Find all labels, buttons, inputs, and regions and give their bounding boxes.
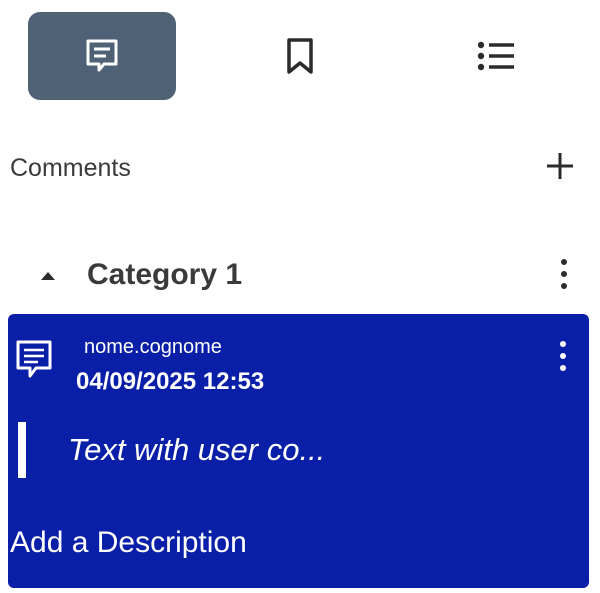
comment-card[interactable]: nome.cognome 04/09/2025 12:53 Text with … bbox=[8, 314, 589, 588]
kebab-menu-icon bbox=[560, 258, 568, 295]
comments-header: Comments bbox=[10, 150, 590, 190]
comment-icon bbox=[14, 338, 54, 382]
tab-outline[interactable] bbox=[422, 12, 570, 100]
kebab-menu-icon bbox=[559, 340, 567, 377]
quote-bar bbox=[18, 422, 26, 478]
tab-comments[interactable] bbox=[28, 12, 176, 100]
comment-text: Text with user co... bbox=[68, 432, 326, 467]
comment-author: nome.cognome bbox=[84, 336, 222, 358]
list-icon bbox=[474, 36, 518, 76]
comment-menu-button[interactable] bbox=[551, 340, 575, 376]
category-title: Category 1 bbox=[87, 258, 243, 291]
tab-bar bbox=[28, 12, 558, 100]
category-header: Category 1 bbox=[10, 254, 590, 302]
add-description-field[interactable]: Add a Description bbox=[10, 526, 247, 560]
caret-up-icon[interactable] bbox=[36, 264, 60, 288]
comment-timestamp: 04/09/2025 12:53 bbox=[76, 368, 265, 395]
comment-icon bbox=[82, 36, 122, 76]
category-menu-button[interactable] bbox=[552, 258, 576, 294]
bookmark-icon bbox=[282, 36, 318, 76]
section-title: Comments bbox=[10, 154, 131, 182]
add-comment-button[interactable] bbox=[542, 150, 578, 186]
comments-panel: Comments Category 1 nome.cognome 04/09/2… bbox=[0, 0, 600, 593]
plus-icon bbox=[544, 150, 576, 187]
tab-bookmarks[interactable] bbox=[226, 12, 374, 100]
